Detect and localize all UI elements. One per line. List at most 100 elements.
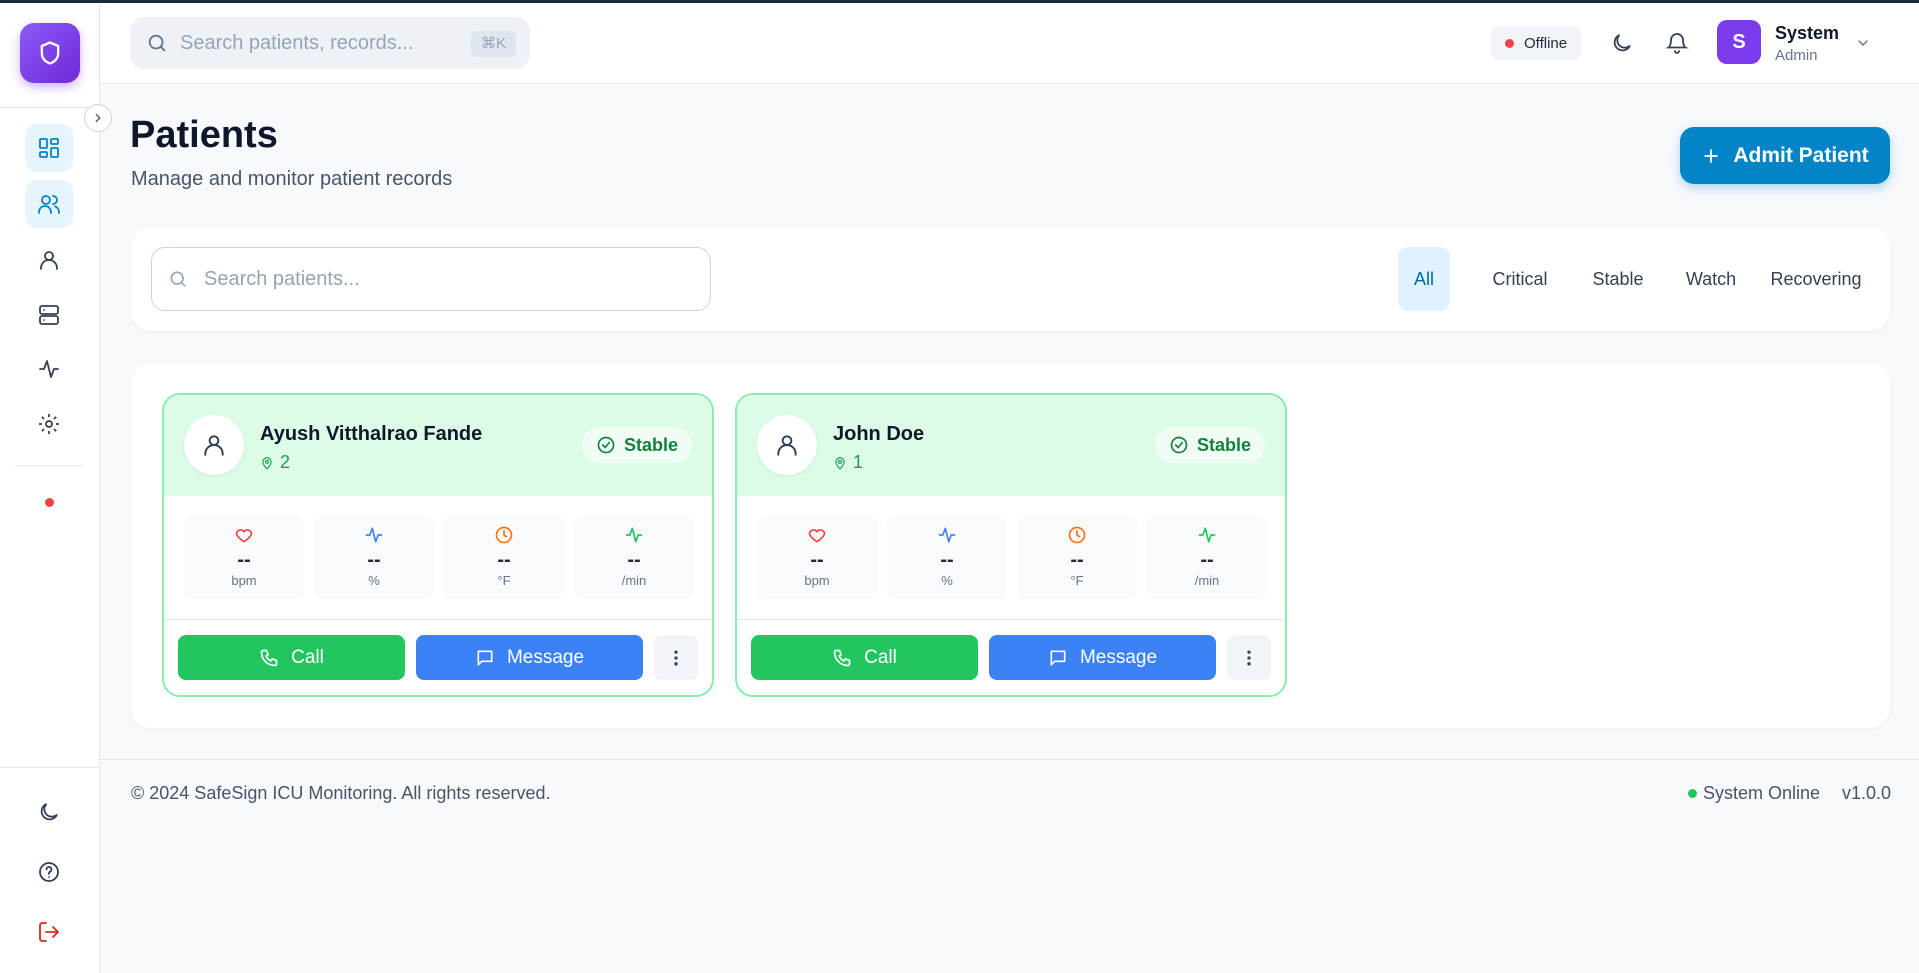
patient-bed-number: 1 <box>853 452 864 472</box>
shield-icon <box>40 41 60 65</box>
card-divider <box>737 619 1285 620</box>
logout-button[interactable] <box>25 908 73 956</box>
patient-avatar <box>184 415 244 475</box>
footer-copyright: © 2024 SafeSign ICU Monitoring. All righ… <box>131 783 551 803</box>
patient-avatar <box>757 415 817 475</box>
vital-value: -- <box>1070 549 1084 571</box>
sidebar-item-settings[interactable] <box>25 400 73 448</box>
sidebar-divider <box>0 107 100 108</box>
connection-status-label: Offline <box>1524 34 1568 52</box>
pulse-icon <box>625 527 643 543</box>
user-menu-toggle[interactable] <box>1855 35 1871 56</box>
vital-oxygen: -- % <box>887 515 1007 599</box>
patient-name: Ayush Vitthalrao Fande <box>260 423 483 445</box>
sidebar <box>0 3 100 973</box>
call-label: Call <box>864 646 897 668</box>
theme-toggle-header[interactable] <box>1608 29 1636 57</box>
filter-tab-critical[interactable]: Critical <box>1466 247 1574 311</box>
vital-unit: bpm <box>231 573 257 588</box>
footer-divider <box>100 759 1919 760</box>
theme-toggle[interactable] <box>25 788 73 836</box>
filter-panel: Search patients... All Critical Stable W… <box>131 227 1890 331</box>
global-search[interactable]: Search patients, records... ⌘K <box>130 17 530 69</box>
card-divider <box>164 619 712 620</box>
patient-card[interactable]: Ayush Vitthalrao Fande 2 Stable -- bpm -… <box>162 393 714 697</box>
patient-search-input[interactable]: Search patients... <box>204 268 360 291</box>
message-button[interactable]: Message <box>416 635 643 680</box>
dashboard-icon <box>39 138 59 158</box>
help-button[interactable] <box>25 848 73 896</box>
vital-temperature: -- °F <box>1017 515 1137 599</box>
status-dot <box>1505 38 1514 48</box>
vital-respiration: -- /min <box>1147 515 1267 599</box>
user-icon <box>777 435 797 456</box>
moon-icon <box>40 803 58 821</box>
sidebar-item-devices[interactable] <box>25 291 73 339</box>
check-circle-icon <box>1170 436 1188 454</box>
patient-bed: 1 <box>833 452 863 473</box>
server-icon <box>39 305 59 325</box>
connection-status-badge: Offline <box>1491 26 1582 60</box>
vital-respiration: -- /min <box>574 515 694 599</box>
gear-icon <box>39 414 59 434</box>
vital-value: -- <box>810 549 824 571</box>
sidebar-divider <box>15 465 83 466</box>
vital-unit: bpm <box>804 573 830 588</box>
vital-value: -- <box>497 549 511 571</box>
filter-tab-stable[interactable]: Stable <box>1567 247 1669 311</box>
filter-tab-watch[interactable]: Watch <box>1661 247 1761 311</box>
patient-card[interactable]: John Doe 1 Stable -- bpm -- % -- °F -- /… <box>735 393 1287 697</box>
vital-value: -- <box>627 549 641 571</box>
sidebar-item-dashboard[interactable] <box>25 124 73 172</box>
message-icon <box>1050 650 1066 665</box>
connection-indicator <box>45 498 54 507</box>
more-vertical-icon <box>1247 650 1251 665</box>
vital-unit: °F <box>1070 573 1084 588</box>
sidebar-item-patients[interactable] <box>25 180 73 228</box>
moon-icon <box>1613 34 1631 52</box>
sidebar-item-monitoring[interactable] <box>25 345 73 393</box>
vital-temperature: -- °F <box>444 515 564 599</box>
global-search-input[interactable]: Search patients, records... <box>180 32 413 55</box>
heart-icon <box>808 529 826 543</box>
vital-unit: /min <box>1194 573 1220 588</box>
sidebar-collapse-button[interactable] <box>84 104 112 132</box>
patient-search[interactable]: Search patients... <box>151 247 711 311</box>
notifications-button[interactable] <box>1663 29 1691 57</box>
status-badge: Stable <box>581 427 692 463</box>
vital-value: -- <box>1200 549 1214 571</box>
heart-icon <box>235 529 253 543</box>
chevron-down-icon <box>1858 40 1868 46</box>
message-button[interactable]: Message <box>989 635 1216 680</box>
phone-icon <box>833 649 851 666</box>
more-options-button[interactable] <box>1227 635 1271 680</box>
patient-name: John Doe <box>833 423 925 445</box>
activity-icon <box>39 360 59 378</box>
call-button[interactable]: Call <box>178 635 405 680</box>
user-avatar[interactable]: S <box>1717 20 1761 64</box>
vital-oxygen: -- % <box>314 515 434 599</box>
clock-icon <box>495 526 513 544</box>
activity-icon <box>365 527 383 543</box>
more-options-button[interactable] <box>654 635 698 680</box>
plus-icon <box>1704 148 1719 163</box>
phone-icon <box>260 649 278 666</box>
admit-patient-button[interactable]: Admit Patient <box>1680 127 1890 184</box>
patient-bed: 2 <box>260 452 290 473</box>
patient-bed-number: 2 <box>280 452 291 472</box>
user-role: Admin <box>1775 47 1818 64</box>
message-icon <box>477 650 493 665</box>
patient-card-header: John Doe 1 Stable <box>737 395 1285 496</box>
vital-unit: % <box>941 573 953 588</box>
call-button[interactable]: Call <box>751 635 978 680</box>
app-version: v1.0.0 <box>1842 783 1892 803</box>
admit-patient-label: Admit Patient <box>1733 143 1869 167</box>
sidebar-item-profile[interactable] <box>25 236 73 284</box>
app-logo[interactable] <box>20 23 80 83</box>
filter-tab-recovering[interactable]: Recovering <box>1751 247 1881 311</box>
search-icon <box>148 34 166 52</box>
clock-icon <box>1068 526 1086 544</box>
filter-tab-all[interactable]: All <box>1398 247 1450 311</box>
vital-value: -- <box>237 549 251 571</box>
activity-icon <box>938 527 956 543</box>
